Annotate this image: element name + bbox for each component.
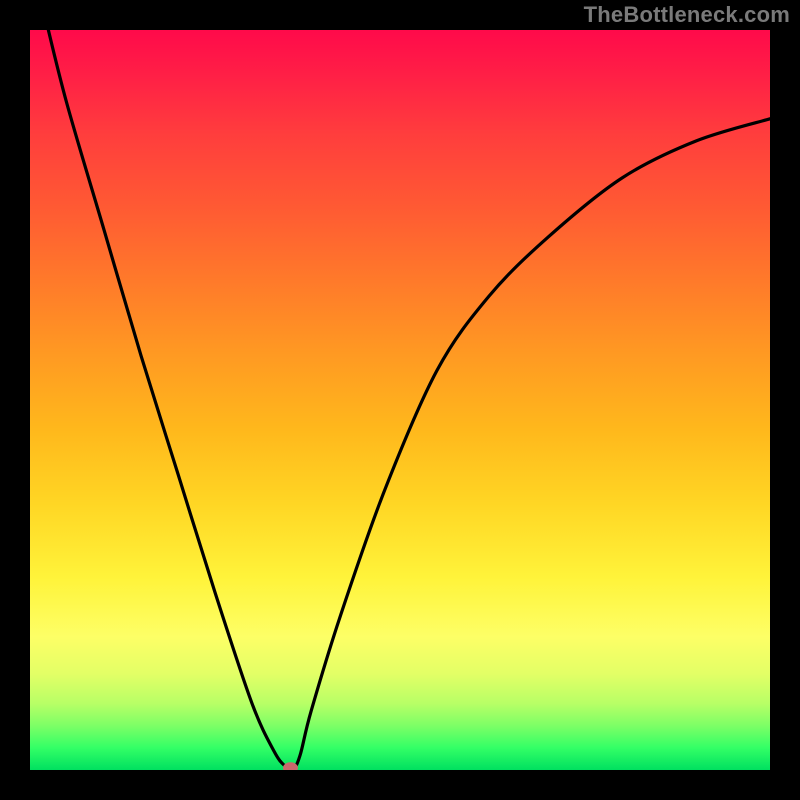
chart-frame: TheBottleneck.com <box>0 0 800 800</box>
minimum-marker <box>283 763 297 770</box>
plot-area <box>30 30 770 770</box>
curve-layer <box>30 30 770 770</box>
watermark-text: TheBottleneck.com <box>584 2 790 28</box>
bottleneck-curve <box>45 30 770 770</box>
